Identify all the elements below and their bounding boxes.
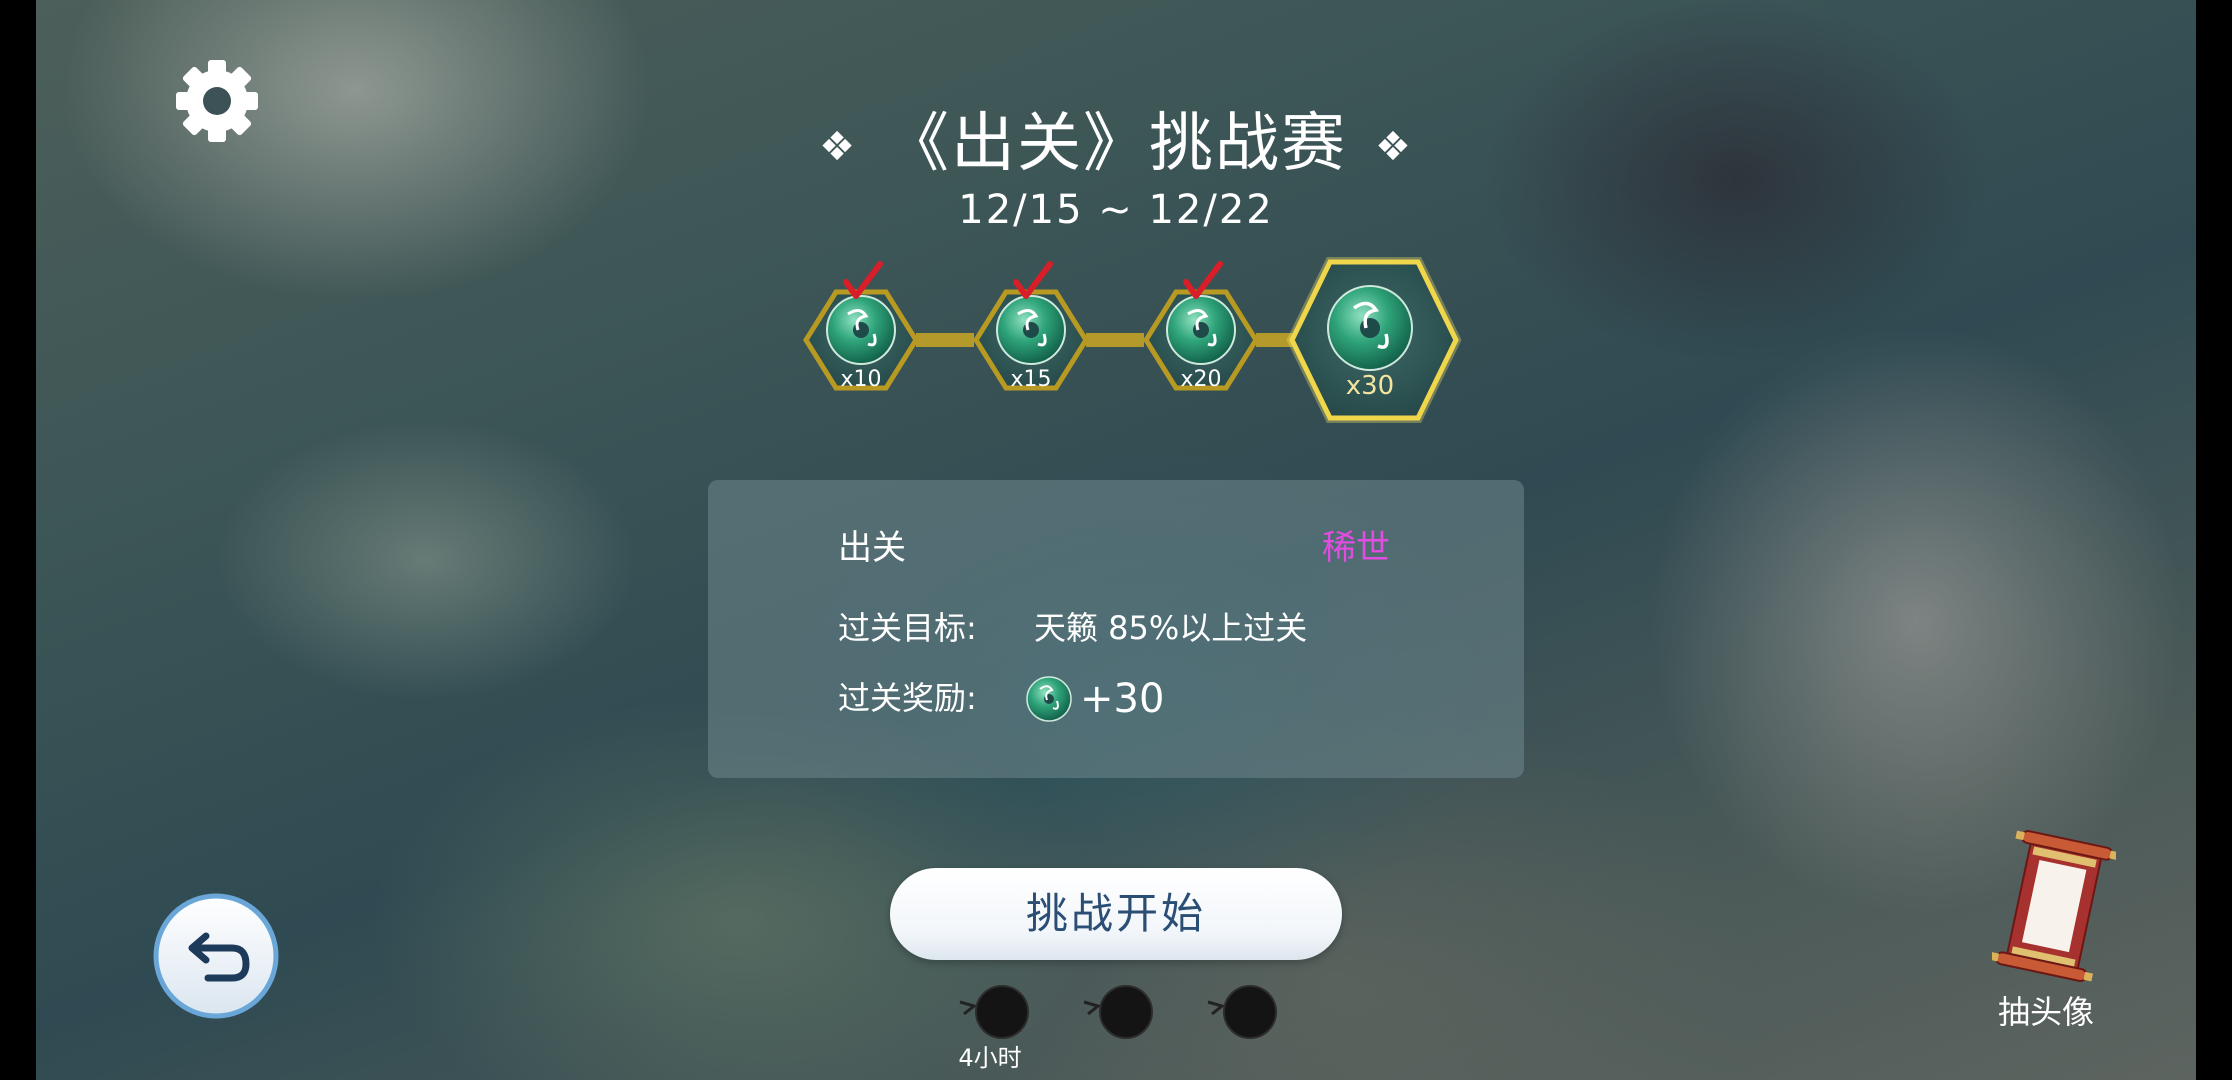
milestone-label: x20 [1180, 367, 1221, 392]
ornament-right-icon: ❖ [1375, 124, 1413, 171]
rarity-badge: 稀世 [1322, 528, 1390, 568]
milestone-4-current[interactable]: x30 [1286, 257, 1462, 423]
milestone-label: x15 [1010, 367, 1051, 392]
jade-disc-icon [1026, 676, 1072, 722]
ornament-left-icon: ❖ [819, 124, 857, 171]
stamina-timer: 4小时 [958, 1044, 1022, 1072]
goal-value: 天籁 85%以上过关 [1034, 609, 1308, 647]
start-challenge-button[interactable]: 挑战开始 [890, 868, 1342, 960]
milestone-1[interactable]: x10 [803, 261, 919, 392]
milestone-2[interactable]: x15 [973, 261, 1089, 392]
milestone-label: x10 [840, 367, 881, 392]
milestone-3[interactable]: x20 [1143, 261, 1259, 392]
reward-label: 过关奖励: [838, 679, 977, 717]
milestone-connector [1086, 333, 1144, 347]
stamina-orb-icon [1083, 985, 1153, 1039]
reward-value: +30 [1080, 676, 1165, 722]
game-screen: ❖ 《出关》挑战赛 ❖ 12/15 ~ 12/22 x10 x15 x20 x3… [0, 0, 2232, 1080]
milestone-track: x10 x15 x20 x30 [803, 257, 1462, 423]
milestone-connector [916, 333, 974, 347]
return-arrow-icon[interactable] [152, 892, 280, 1020]
song-name: 出关 [838, 528, 906, 568]
stamina-orb-icon [959, 985, 1029, 1039]
stamina-orb-icon [1207, 985, 1277, 1039]
page-title: 《出关》挑战赛 [885, 107, 1347, 181]
scroll-icon[interactable] [1992, 826, 2116, 988]
challenge-info-card: 出关 稀世 过关目标: 天籁 85%以上过关 过关奖励: +30 [708, 480, 1524, 778]
milestone-label: x30 [1346, 371, 1394, 401]
goal-label: 过关目标: [838, 609, 977, 647]
title-row: ❖ 《出关》挑战赛 ❖ [0, 104, 2232, 184]
draw-avatar-label: 抽头像 [1997, 993, 2094, 1031]
event-dates: 12/15 ~ 12/22 [958, 187, 1274, 233]
